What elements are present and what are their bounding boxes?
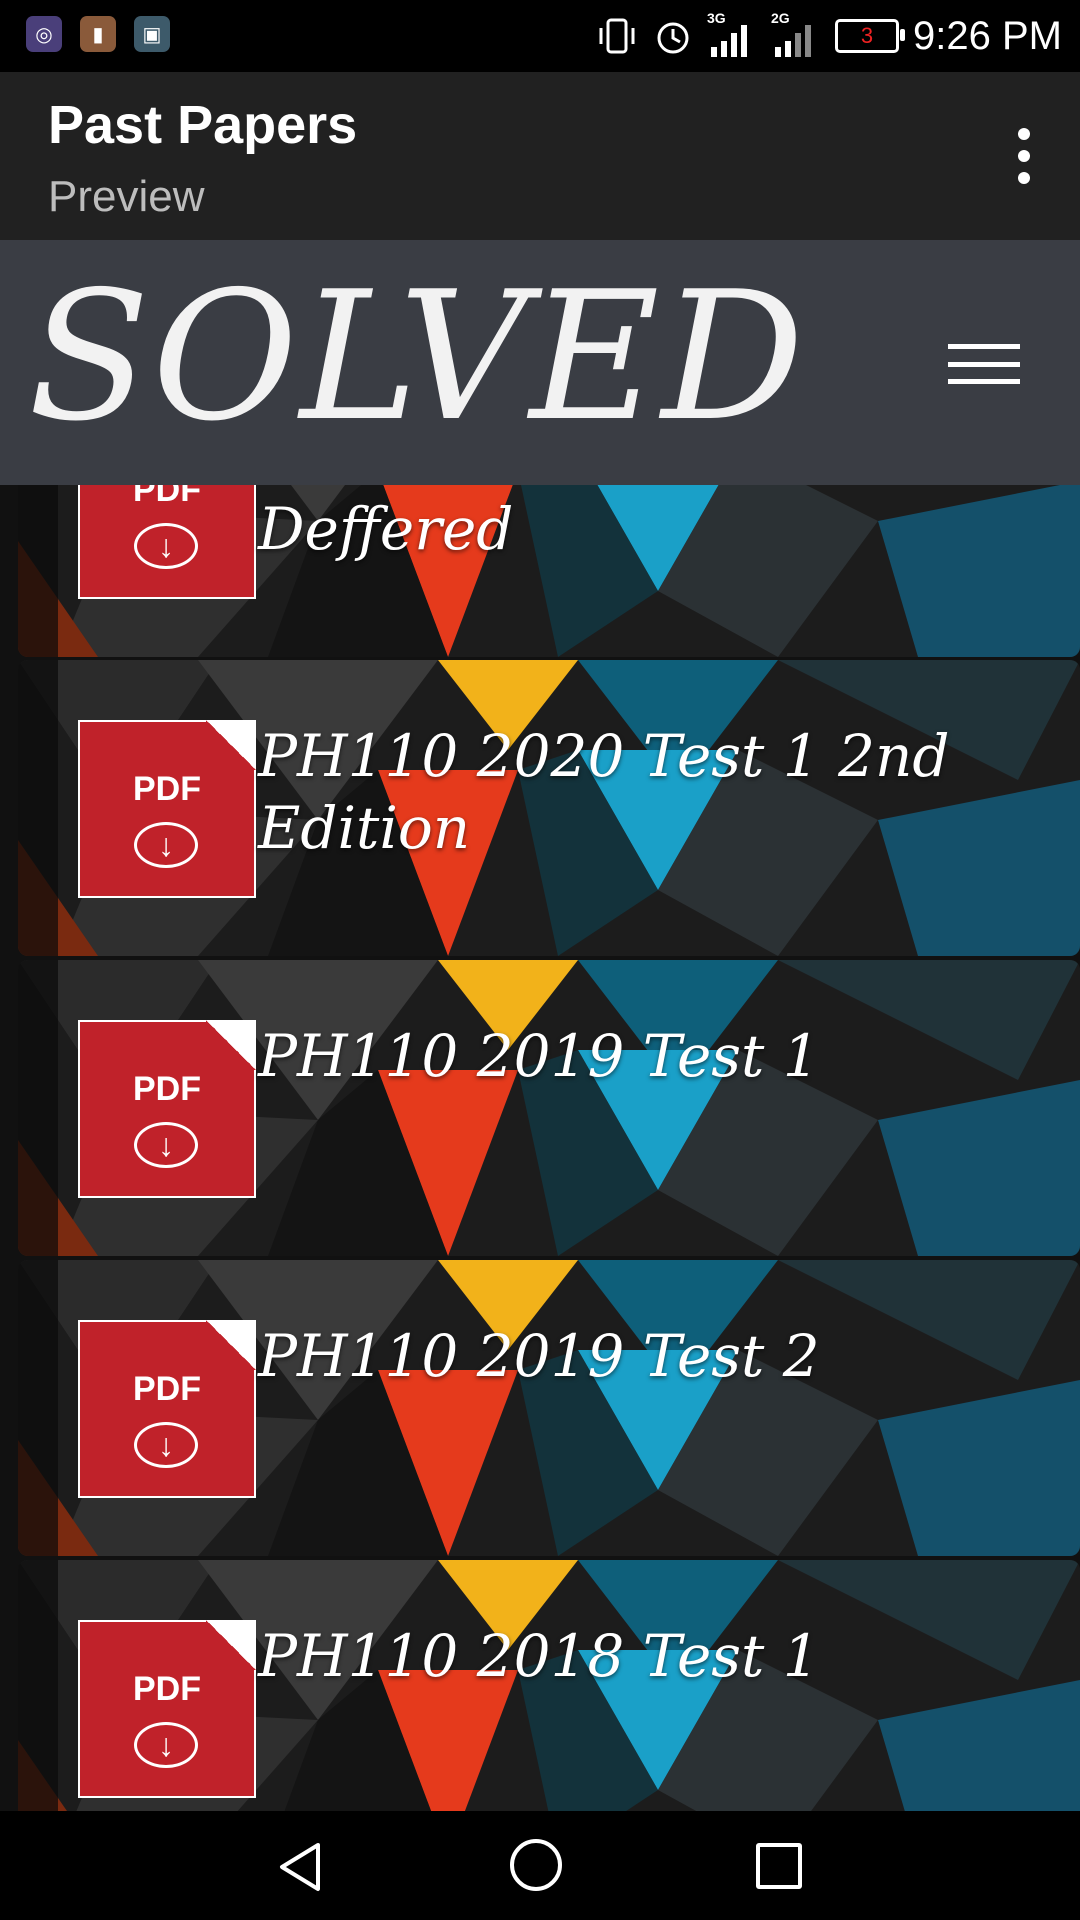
page-fold (206, 720, 256, 770)
paper-title[interactable]: PH110 2020 Test 1 2nd Edition (258, 720, 1058, 864)
svg-text:3G: 3G (707, 11, 726, 26)
navigation-bar (0, 1811, 1080, 1920)
download-arrow-icon: ↓ (134, 822, 198, 868)
notification-icons: ◎ ▮ ▣ (26, 16, 170, 52)
home-icon[interactable] (510, 1839, 562, 1891)
paper-list: PDF ↓ PH110 2020 Test 1 Deffered PDF ↓ PH110 … (0, 485, 1080, 1811)
download-arrow-icon: ↓ (134, 1122, 198, 1168)
pdf-label: PDF (133, 1070, 201, 1108)
paper-title[interactable]: PH110 2020 Test 1 Deffered (258, 485, 1058, 565)
download-arrow-icon: ↓ (134, 523, 198, 569)
download-arrow-icon: ↓ (134, 1722, 198, 1768)
list-item[interactable]: PDF ↓ PH110 2019 Test 1 (18, 960, 1080, 1256)
hamburger-menu-icon[interactable] (948, 344, 1020, 384)
pdf-download-icon[interactable]: PDF ↓ (78, 720, 256, 898)
recent-apps-icon[interactable] (756, 1843, 802, 1889)
pdf-download-icon[interactable]: PDF ↓ (78, 1020, 256, 1198)
app-title: Past Papers (48, 95, 358, 155)
pdf-label: PDF (133, 485, 201, 509)
page-fold (206, 1620, 256, 1670)
list-item[interactable]: PDF ↓ PH110 2018 Test 1 (18, 1560, 1080, 1811)
vibrate-icon (599, 18, 635, 54)
battery-icon: 3 (835, 19, 906, 53)
pdf-download-icon[interactable]: PDF ↓ (78, 1320, 256, 1498)
site-header: SOLVED (0, 240, 1080, 485)
pdf-label: PDF (133, 770, 201, 808)
list-item[interactable]: PDF ↓ PH110 2020 Test 1 2nd Edition (18, 660, 1080, 956)
sb-app-1-icon: ◎ (26, 16, 62, 52)
more-vert-icon[interactable] (1004, 128, 1044, 184)
battery-level: 3 (860, 23, 874, 48)
status-time: 9:26 PM (913, 13, 1062, 58)
site-logo[interactable]: SOLVED (28, 246, 806, 469)
status-indicators: 3G 2G 3 9:26 PM (595, 8, 1062, 64)
pdf-label: PDF (133, 1370, 201, 1408)
list-item[interactable]: PDF ↓ PH110 2019 Test 2 (18, 1260, 1080, 1556)
paper-title[interactable]: PH110 2018 Test 1 (258, 1620, 1058, 1692)
app-bar: Past Papers Preview (0, 72, 1080, 240)
list-item[interactable]: PDF ↓ PH110 2020 Test 1 Deffered (18, 485, 1080, 657)
download-arrow-icon: ↓ (134, 1422, 198, 1468)
alarm-icon (657, 22, 689, 54)
back-icon[interactable] (276, 1841, 324, 1893)
pdf-label: PDF (133, 1670, 201, 1708)
gallery-icon: ▣ (134, 16, 170, 52)
signal-2g-icon: 2G (771, 11, 812, 57)
sb-app-2-icon: ▮ (80, 16, 116, 52)
paper-title[interactable]: PH110 2019 Test 1 (258, 1020, 1058, 1092)
status-bar: ◎ ▮ ▣ 3G 2G 3 9:26 PM (0, 0, 1080, 72)
paper-title[interactable]: PH110 2019 Test 2 (258, 1320, 1058, 1392)
page-fold (206, 1320, 256, 1370)
app-subtitle: Preview (48, 172, 205, 221)
page-fold (206, 1020, 256, 1070)
signal-3g-icon: 3G (707, 11, 748, 57)
pdf-download-icon[interactable]: PDF ↓ (78, 1620, 256, 1798)
pdf-download-icon[interactable]: PDF ↓ (78, 485, 256, 599)
svg-text:2G: 2G (771, 11, 790, 26)
